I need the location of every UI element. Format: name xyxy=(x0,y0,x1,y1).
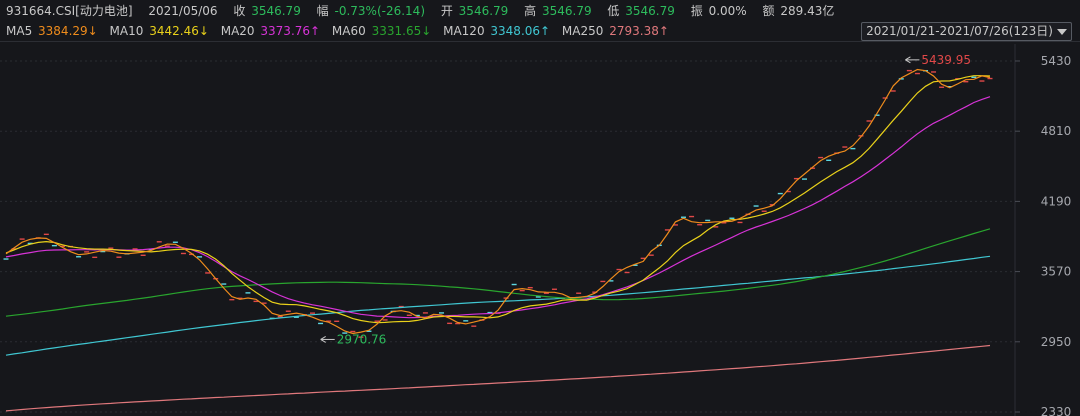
y-tick-label: 2950 xyxy=(1041,335,1072,349)
ma20-line xyxy=(5,96,991,319)
y-tick-label: 5430 xyxy=(1041,54,1072,68)
price-annotations: 5439.95 2970.76 xyxy=(320,53,971,346)
chart-app: 931664.CSI[动力电池] 2021/05/06 收 3546.79 幅 … xyxy=(0,0,1080,416)
y-tick-label: 4190 xyxy=(1041,194,1072,208)
grid-lines xyxy=(0,60,1015,413)
high-label: 5439.95 xyxy=(921,53,971,67)
y-tick-label: 3570 xyxy=(1041,265,1072,279)
ma-series xyxy=(5,68,991,412)
ma60-line xyxy=(5,228,991,317)
y-tick-label: 2330 xyxy=(1041,405,1072,416)
price-chart[interactable]: 5439.95 2970.76 5430 4810 4190 3570 2950 2330 xyxy=(0,0,1080,416)
ma10-line xyxy=(5,75,991,324)
low-label: 2970.76 xyxy=(337,332,387,346)
y-axis: 5430 4810 4190 3570 2950 2330 xyxy=(1014,44,1072,416)
ma250-line xyxy=(5,344,991,412)
y-tick-label: 4810 xyxy=(1041,124,1072,138)
ma120-line xyxy=(5,255,991,356)
ma5-line xyxy=(5,68,991,335)
